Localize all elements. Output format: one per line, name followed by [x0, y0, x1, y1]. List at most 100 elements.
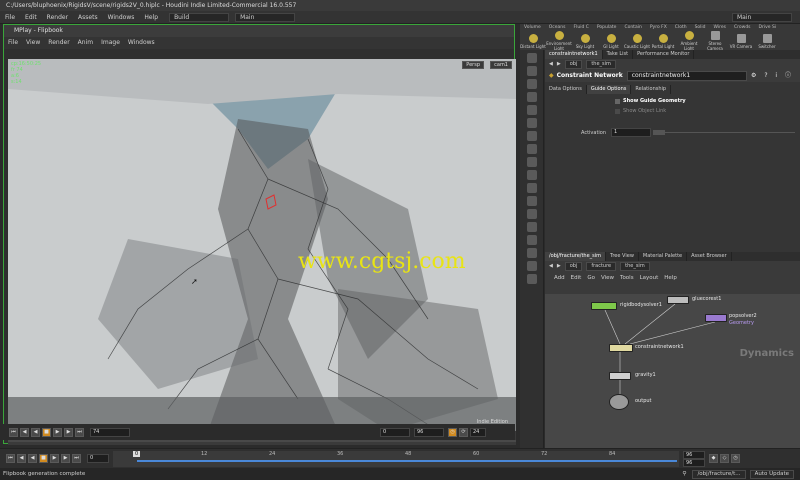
distant-light-tool[interactable]: Distant Light — [520, 33, 546, 49]
forward-arrow-icon[interactable]: ▶ — [557, 261, 561, 272]
rotate-icon[interactable] — [526, 79, 537, 89]
auto-update-dropdown[interactable]: Auto Update — [749, 469, 794, 479]
tab-data-options[interactable]: Data Options — [545, 85, 587, 94]
persp-button[interactable]: Persp — [462, 61, 484, 69]
net-menu-go[interactable]: Go — [584, 275, 598, 281]
loop-icon[interactable]: ⟳ — [459, 427, 468, 437]
mplay-menu-view[interactable]: View — [22, 37, 44, 49]
show-guide-checkbox[interactable] — [615, 98, 620, 104]
right-main-dropdown[interactable]: Main — [732, 12, 792, 22]
path-obj[interactable]: obj — [564, 60, 583, 69]
realtime-icon[interactable]: ◷ — [731, 454, 740, 463]
environment-light-tool[interactable]: Environment Light — [546, 31, 572, 51]
step-back-icon[interactable]: ◀ — [17, 454, 26, 463]
mplay-menu-windows[interactable]: Windows — [124, 37, 159, 49]
mplay-menu-file[interactable]: File — [4, 37, 22, 49]
tab-take-list[interactable]: Take List — [603, 50, 634, 59]
path-the-sim[interactable]: the_sim — [586, 60, 616, 69]
main-current-frame-marker[interactable]: 0 — [133, 450, 141, 457]
menu-file[interactable]: File — [0, 11, 20, 24]
shelf-tab[interactable]: Fluid C — [570, 24, 593, 32]
main-timeline-bar[interactable]: 0 12 24 36 48 60 72 84 — [113, 450, 679, 467]
last-frame-icon[interactable]: ⏭ — [72, 454, 81, 463]
light-bulb-icon[interactable] — [526, 196, 537, 206]
light-bulb-icon[interactable] — [526, 183, 537, 193]
shelf-tab[interactable]: Populate — [593, 24, 621, 32]
tab-asset-browser[interactable]: Asset Browser — [687, 252, 732, 261]
back-arrow-icon[interactable]: ◀ — [549, 261, 553, 272]
step-forward-icon[interactable]: ▶ — [61, 454, 70, 463]
switcher-tool[interactable]: Switcher — [754, 33, 780, 49]
desktop-dropdown[interactable]: Build — [169, 12, 230, 22]
camera-icon[interactable] — [526, 274, 537, 284]
network-canvas[interactable]: Dynamics rigidbodysolver1 gluecorest1 po… — [545, 294, 800, 450]
menu-help[interactable]: Help — [139, 11, 163, 24]
caustic-light-tool[interactable]: Caustic Light — [624, 33, 650, 49]
activation-slider[interactable] — [665, 132, 795, 133]
first-frame-icon[interactable]: ⏮ — [6, 454, 15, 463]
shelf-tab[interactable]: Pyro FX — [646, 24, 671, 32]
snap-icon[interactable] — [526, 144, 537, 154]
vr-camera-tool[interactable]: VR Camera — [728, 33, 754, 49]
shelf-tab[interactable]: Volume — [520, 24, 545, 32]
mplay-menu-render[interactable]: Render — [44, 37, 73, 49]
play-icon[interactable]: ▶ — [53, 427, 62, 437]
status-path[interactable]: /obj/fracture/t... — [692, 469, 746, 479]
move-icon[interactable] — [526, 66, 537, 76]
net-menu-help[interactable]: Help — [661, 275, 680, 281]
play-reverse-icon[interactable]: ◀ — [28, 454, 37, 463]
menu-edit[interactable]: Edit — [20, 11, 42, 24]
main-range-end-b[interactable]: 96 — [683, 458, 705, 467]
scale-icon[interactable] — [526, 92, 537, 102]
tab-constraintnetwork1[interactable]: constraintnetwork1 — [545, 50, 603, 59]
grid-icon[interactable] — [526, 209, 537, 219]
gluecorest-node[interactable] — [667, 296, 689, 304]
node-name-field[interactable]: constraintnetwork1 — [626, 71, 747, 81]
ambient-light-tool[interactable]: Ambient Light — [676, 31, 702, 51]
first-frame-icon[interactable]: ⏮ — [9, 427, 18, 437]
net-menu-edit[interactable]: Edit — [568, 275, 585, 281]
tab-relationship[interactable]: Relationship — [631, 85, 672, 94]
tab-tree-view[interactable]: Tree View — [606, 252, 639, 261]
net-menu-add[interactable]: Add — [551, 275, 568, 281]
light-bulb-icon[interactable] — [526, 157, 537, 167]
ghost-icon[interactable] — [526, 261, 537, 271]
net-menu-view[interactable]: View — [598, 275, 617, 281]
constraintnetwork-node[interactable] — [609, 344, 633, 352]
main-range-end-a[interactable]: 96 — [683, 450, 705, 459]
light-bulb-icon[interactable] — [526, 170, 537, 180]
net-path-fracture[interactable]: fracture — [586, 262, 617, 271]
shading-icon[interactable] — [526, 248, 537, 258]
header-action-icons[interactable]: ⚙ ? i ⓘ — [751, 70, 794, 82]
tab-material-palette[interactable]: Material Palette — [639, 252, 688, 261]
tab-performance-monitor[interactable]: Performance Monitor — [633, 50, 695, 59]
shelf-tab[interactable]: Drive Si — [755, 24, 781, 32]
shelf-tab[interactable]: Crowds — [730, 24, 755, 32]
realtime-toggle-icon[interactable]: ◷ — [448, 427, 457, 437]
play-reverse-icon[interactable]: ◀ — [31, 427, 40, 437]
sky-light-tool[interactable]: Sky Light — [572, 33, 598, 49]
view-icon[interactable] — [526, 131, 537, 141]
tab-network-path[interactable]: /obj/fracture/the_sim — [545, 252, 607, 261]
menu-assets[interactable]: Assets — [73, 11, 103, 24]
menu-render[interactable]: Render — [42, 11, 73, 24]
popsolver-node[interactable] — [705, 314, 727, 322]
stop-icon[interactable]: ■ — [42, 427, 51, 437]
key-channel-icon[interactable]: ◇ — [720, 454, 729, 463]
portal-light-tool[interactable]: Portal Light — [650, 33, 676, 49]
net-path-obj[interactable]: obj — [564, 262, 583, 271]
output-node[interactable] — [609, 394, 629, 410]
net-path-the-sim[interactable]: the_sim — [620, 262, 650, 271]
gravity-node[interactable] — [609, 372, 631, 380]
last-frame-icon[interactable]: ⏭ — [75, 427, 84, 437]
mplay-range-end[interactable]: 96 — [414, 427, 444, 437]
step-back-icon[interactable]: ◀ — [20, 427, 29, 437]
main-dropdown[interactable]: Main — [235, 12, 296, 22]
key-icon[interactable]: ◆ — [709, 454, 718, 463]
shelf-tab[interactable]: Contain — [620, 24, 645, 32]
forward-arrow-icon[interactable]: ▶ — [557, 59, 561, 70]
net-menu-layout[interactable]: Layout — [637, 275, 662, 281]
flipbook-viewport[interactable]: cp:16:50:25 fr 74 a:6 s:14 Persp cam1 ww… — [8, 59, 516, 431]
stereo-camera-tool[interactable]: Stereo Camera — [702, 31, 728, 51]
step-forward-icon[interactable]: ▶ — [64, 427, 73, 437]
